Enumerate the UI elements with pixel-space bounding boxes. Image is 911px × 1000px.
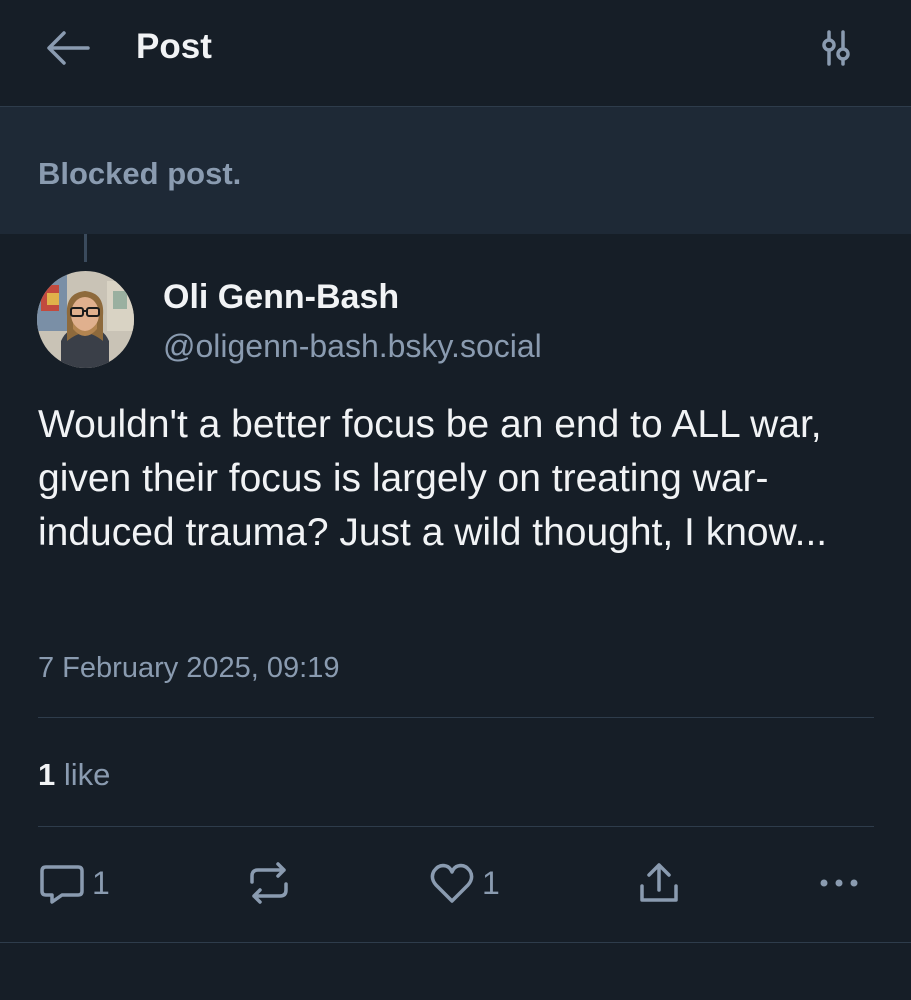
back-button[interactable]: [40, 24, 96, 72]
more-options-button[interactable]: [816, 858, 862, 908]
page-title: Post: [136, 27, 212, 66]
likes-summary[interactable]: 1 like: [38, 755, 110, 795]
divider: [0, 942, 911, 943]
likes-label: like: [63, 757, 111, 792]
arrow-left-icon: [47, 31, 90, 65]
sliders-icon: [822, 30, 850, 66]
likes-count: 1: [38, 757, 56, 792]
thread-connector-line: [84, 234, 87, 262]
author-name[interactable]: Oli Genn-Bash: [163, 276, 399, 318]
author-avatar[interactable]: [37, 271, 134, 368]
comment-icon: [40, 865, 84, 904]
heart-icon: [430, 863, 474, 903]
blocked-post-text: Blocked post.: [38, 156, 242, 191]
divider: [38, 717, 874, 718]
share-icon: [640, 863, 678, 902]
post-text: Wouldn't a better focus be an end to ALL…: [38, 403, 828, 554]
thread-settings-button[interactable]: [808, 22, 864, 74]
like-count: 1: [482, 865, 500, 901]
repost-button[interactable]: [246, 858, 292, 908]
more-options-icon: [820, 879, 858, 887]
post-timestamp: 7 February 2025, 09:19: [38, 652, 340, 684]
share-button[interactable]: [636, 858, 682, 908]
like-button[interactable]: 1: [428, 858, 500, 908]
repost-icon: [250, 862, 288, 904]
reply-button[interactable]: 1: [38, 858, 110, 908]
divider: [38, 826, 874, 827]
reply-count: 1: [92, 865, 110, 901]
author-handle[interactable]: @oligenn-bash.bsky.social: [163, 326, 542, 366]
top-bar: Post: [0, 0, 911, 107]
